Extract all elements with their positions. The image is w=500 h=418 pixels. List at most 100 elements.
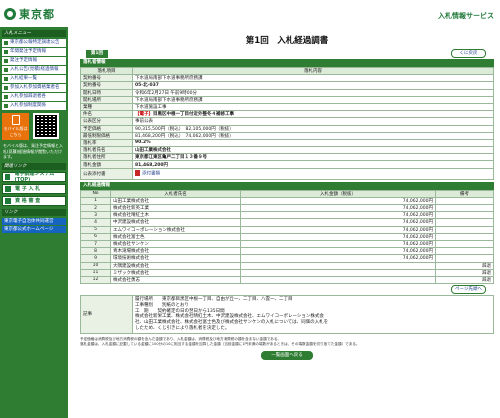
sidebar-item[interactable]: 参加入札参加資格業者名 bbox=[2, 84, 66, 92]
bid-remark bbox=[435, 254, 494, 263]
row-value: 山田工業株式会社 bbox=[132, 146, 494, 155]
sidebar-link[interactable]: 東京都公式ホームページ bbox=[2, 225, 66, 233]
tokyo-logo[interactable]: 東京都 bbox=[4, 6, 55, 22]
row-value: 事前公表 bbox=[132, 117, 494, 126]
bullet-icon bbox=[4, 59, 8, 63]
bid-no: 12 bbox=[80, 275, 111, 285]
table-header-row: 落札項目 落札内容 bbox=[80, 66, 494, 76]
table-row: 公表区分 事前公表 bbox=[80, 117, 494, 126]
bid-no: 1 bbox=[80, 196, 111, 206]
table-row: 7 株式会社サンケン 74,062,000円 bbox=[80, 239, 494, 249]
column-header: 落札内容 bbox=[132, 66, 494, 76]
bid-no: 11 bbox=[80, 268, 111, 277]
table-row: 業種 下水道施設工事 bbox=[80, 102, 494, 112]
sidebar-item[interactable]: 入札公告(見積)経過情報 bbox=[2, 66, 66, 74]
page-title: 第1回 入札経過調書 bbox=[245, 36, 329, 46]
bidder-name: 株式会社富士色 bbox=[110, 232, 241, 241]
row-key: 開札日時 bbox=[80, 88, 133, 97]
sidebar-item[interactable]: 東京都公報特定調達公告 bbox=[2, 39, 66, 47]
system-top-button[interactable]: 電子調達システム(TOP) bbox=[2, 171, 66, 183]
bidder-name: 環境技術株式会社 bbox=[110, 254, 241, 263]
bid-remark bbox=[435, 239, 494, 249]
table-row: 落札金額 81,468,200円 bbox=[80, 160, 494, 169]
award-info-table: 落札項目 落札内容 契約番号 下水道局南部下水道事務所庶務課 契約番号 05-北-0… bbox=[80, 66, 494, 180]
sidebar-item[interactable]: 発注予定情報 bbox=[2, 57, 66, 65]
table-row: 4 中沢建設株式会社 74,062,000円 bbox=[80, 218, 494, 227]
bid-no: 7 bbox=[80, 239, 111, 249]
bid-remark bbox=[435, 232, 494, 241]
sidebar-item[interactable]: 入札参加制度関係 bbox=[2, 102, 66, 110]
row-key: 落札率 bbox=[80, 138, 133, 148]
bullet-icon bbox=[5, 185, 11, 192]
header: 東京都 入札情報サービス bbox=[0, 0, 500, 27]
e-bid-button[interactable]: 電 子 入 札 bbox=[2, 183, 66, 194]
table-header-row: No 入札者氏名 入札金額（税抜） 備考 bbox=[80, 189, 494, 198]
info-bar: 落札者情報 bbox=[80, 59, 494, 67]
table-row: 3 株式会社晴紅土木 74,062,000円 bbox=[80, 211, 494, 220]
bid-amount: 74,062,000円 bbox=[240, 232, 436, 241]
bid-amount: 74,062,000円 bbox=[240, 225, 436, 234]
bid-amount bbox=[240, 268, 436, 277]
bidder-name: エムワイコーポレーション株式会社 bbox=[110, 225, 241, 234]
sidebar-item[interactable]: 入札参加辞退者各 bbox=[2, 93, 66, 101]
row-value: 添付書類 bbox=[132, 167, 494, 180]
sidebar-item[interactable]: 年間発注予定情報 bbox=[2, 48, 66, 56]
row-key: 落札者住所 bbox=[80, 153, 133, 162]
note-label: 記事 bbox=[80, 295, 133, 334]
table-row: 2 株式会社新英工業 74,062,000円 bbox=[80, 203, 494, 213]
bid-amount bbox=[240, 275, 436, 285]
column-header: No bbox=[80, 189, 111, 198]
mobile-link-button[interactable]: モバイル版はこちら bbox=[2, 113, 29, 140]
bullet-icon bbox=[4, 50, 8, 54]
row-value: 【電子】目黒区中根一丁目付近外整冬４補修工事 bbox=[132, 110, 494, 119]
row-value: 下水道局南部下水道事務所庶務課 bbox=[132, 95, 494, 104]
bid-remark bbox=[435, 196, 494, 206]
pdf-icon bbox=[135, 170, 140, 177]
sidebar-links-head: リンク bbox=[2, 208, 66, 216]
bid-bar: 入札経過情報 bbox=[80, 181, 494, 190]
bullet-icon bbox=[4, 95, 8, 99]
row-key: 落札金額 bbox=[80, 160, 133, 169]
table-row: 9 環境技術株式会社 74,062,000円 bbox=[80, 254, 494, 263]
table-row: 12 株式会社勇志 辞退 bbox=[80, 275, 494, 285]
round-tag: 第1回 bbox=[86, 50, 108, 58]
bullet-icon bbox=[4, 77, 8, 81]
bidder-name: 中沢建設株式会社 bbox=[110, 218, 241, 227]
electronic-tag: 【電子】 bbox=[135, 112, 153, 118]
bidder-name: 株式会社勇志 bbox=[110, 275, 241, 285]
qualification-button[interactable]: 資 格 審 査 bbox=[2, 195, 66, 206]
bullet-icon bbox=[4, 104, 8, 108]
bid-amount: 74,062,000円 bbox=[240, 196, 436, 206]
bid-no: 2 bbox=[80, 203, 111, 213]
bid-table: No 入札者氏名 入札金額（税抜） 備考 1 山田工業株式会社 74,062,000… bbox=[80, 189, 494, 285]
back-button[interactable]: くに戻戻 bbox=[451, 49, 486, 58]
row-value: 下水道施設工事 bbox=[132, 102, 494, 112]
table-row: 件名 【電子】目黒区中根一丁目付近外整冬４補修工事 bbox=[80, 110, 494, 119]
attachment-link[interactable]: 添付書類 bbox=[142, 172, 160, 177]
bid-remark bbox=[435, 203, 494, 213]
mobile-phone-icon bbox=[11, 115, 20, 125]
table-row: 落札率 90.2% bbox=[80, 138, 494, 148]
tokyo-emblem-icon bbox=[4, 8, 16, 20]
bid-no: 8 bbox=[80, 247, 111, 256]
table-row: 開札場所 下水道局南部下水道事務所庶務課 bbox=[80, 95, 494, 104]
page-top-button[interactable]: ページ先頭へ bbox=[451, 285, 486, 295]
row-value: 東京都江東区亀戸二丁目１３番９号 bbox=[132, 153, 494, 162]
row-value: 90,315,500円（税込） 82,105,000円（税抜） bbox=[132, 124, 494, 133]
sidebar-link[interactable]: 東京電子自治体共同運営 bbox=[2, 217, 66, 225]
row-value: 令和6年2月27日 午前9時00分 bbox=[132, 88, 494, 97]
qr-code-icon bbox=[33, 113, 59, 139]
mobile-box: モバイル版はこちら bbox=[2, 113, 66, 140]
sidebar-menu-head: 入札メニュー bbox=[2, 30, 66, 37]
bid-remark: 辞退 bbox=[435, 261, 494, 270]
bid-remark: 辞退 bbox=[435, 275, 494, 285]
sidebar-item[interactable]: 入札結果一覧 bbox=[2, 75, 66, 83]
bullet-icon bbox=[4, 86, 8, 90]
table-row: 記事 履行場所 東京都目黒区中根一丁目、自由が丘一、二丁目、八雲一、二丁目 工事… bbox=[80, 295, 494, 334]
main-content: 第1回 入札経過調書 第1回 くに戻戻 落札者情報 落札項目 落札内容 契約番号… bbox=[80, 27, 494, 360]
bid-no: 3 bbox=[80, 211, 111, 220]
back-to-list-button[interactable]: 一覧画面へ戻る bbox=[261, 350, 313, 360]
table-row: 契約番号 05-北-037 bbox=[80, 81, 494, 90]
table-row: 契約番号 下水道局南部下水道事務所庶務課 bbox=[80, 74, 494, 83]
row-key: 公表添付書 bbox=[80, 167, 133, 180]
